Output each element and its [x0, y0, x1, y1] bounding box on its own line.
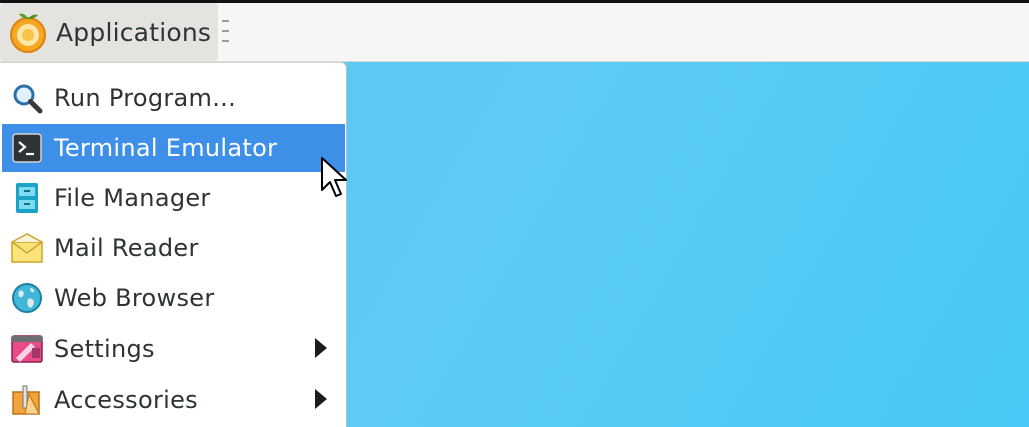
menu-item-accessories[interactable]: Accessories — [2, 376, 345, 424]
menu-item-run-program[interactable]: Run Program... — [2, 74, 345, 122]
globe-icon — [10, 281, 44, 315]
applications-menu-button[interactable]: Applications — [0, 3, 218, 61]
search-icon — [10, 81, 44, 115]
panel-drag-handle[interactable] — [222, 20, 230, 42]
accessories-icon — [10, 383, 44, 417]
settings-icon — [10, 332, 44, 366]
menu-item-label: Web Browser — [54, 284, 215, 312]
menu-item-label: Mail Reader — [54, 234, 199, 262]
menu-item-terminal-emulator[interactable]: Terminal Emulator — [2, 124, 345, 172]
menu-item-label: Terminal Emulator — [54, 134, 278, 162]
menu-item-mail-reader[interactable]: Mail Reader — [2, 224, 345, 272]
applications-menu: Run Program... Terminal Emulator File Ma… — [0, 62, 347, 427]
terminal-icon — [10, 131, 44, 165]
menu-item-web-browser[interactable]: Web Browser — [2, 274, 345, 322]
submenu-arrow-icon — [315, 338, 327, 358]
menu-item-settings[interactable]: Settings — [2, 325, 345, 373]
menu-item-label: Accessories — [54, 386, 198, 414]
mouse-pointer-icon — [321, 157, 347, 197]
orange-logo-icon — [10, 13, 46, 53]
menu-item-label: File Manager — [54, 184, 211, 212]
menu-item-label: Settings — [54, 335, 155, 363]
menu-item-label: Run Program... — [54, 84, 236, 112]
menu-item-file-manager[interactable]: File Manager — [2, 174, 345, 222]
file-manager-icon — [10, 181, 44, 215]
submenu-arrow-icon — [315, 389, 327, 409]
mail-icon — [10, 231, 44, 265]
top-panel: Applications — [0, 0, 1029, 62]
applications-label: Applications — [56, 17, 212, 47]
